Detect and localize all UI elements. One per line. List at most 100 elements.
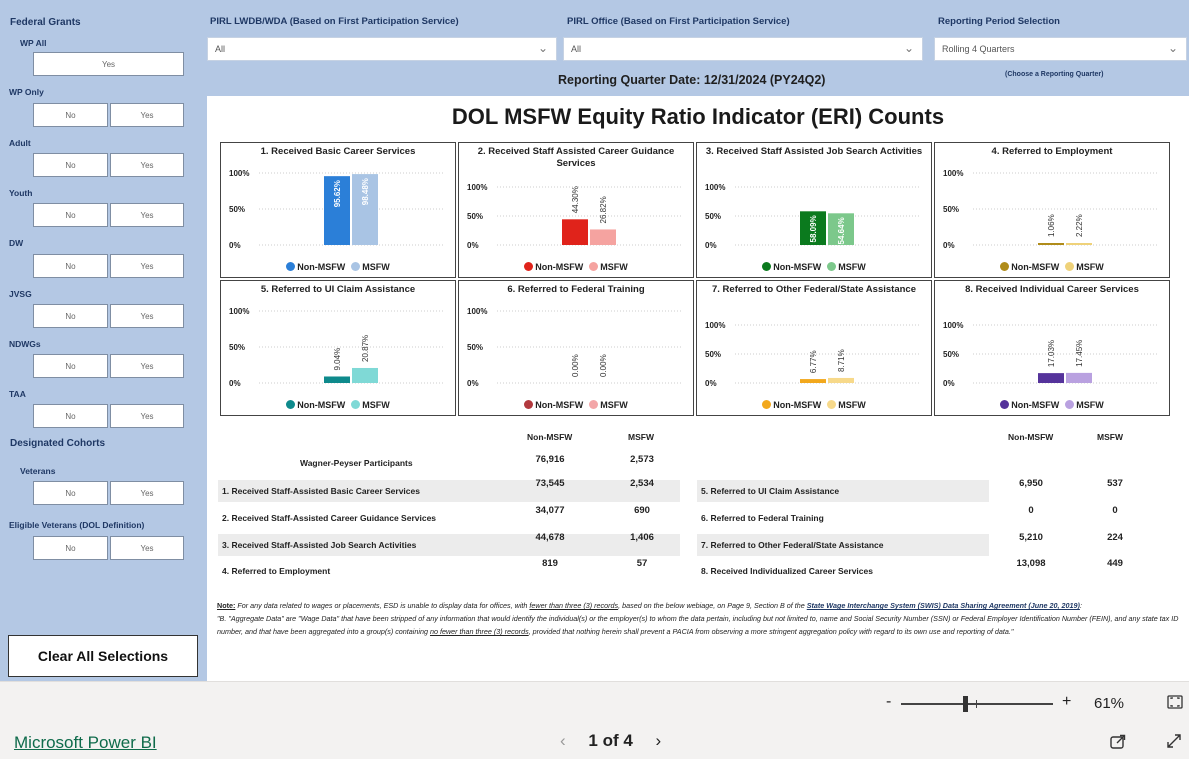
- fit-to-page-icon[interactable]: [1166, 693, 1184, 716]
- row-label: 7. Referred to Other Federal/State Assis…: [701, 540, 884, 550]
- share-icon[interactable]: [1108, 731, 1128, 756]
- office-dropdown[interactable]: All ⌄: [563, 37, 923, 61]
- y-tick-label: 100%: [467, 307, 487, 316]
- zoom-slider-thumb[interactable]: [963, 696, 969, 712]
- reporting-quarter-hint: (Choose a Reporting Quarter): [1005, 71, 1104, 78]
- eligible-veterans-yes-button[interactable]: Yes: [110, 536, 184, 560]
- youth-yes-button[interactable]: Yes: [110, 203, 184, 227]
- legend-item[interactable]: Non-MSFW: [762, 262, 821, 272]
- row-value-msfw: 449: [1107, 558, 1123, 569]
- wp-only-yes-button[interactable]: Yes: [110, 103, 184, 127]
- page-indicator: 1 of 4: [588, 731, 633, 750]
- chart-2[interactable]: 2. Received Staff Assisted Career Guidan…: [458, 142, 694, 278]
- bar-msfw[interactable]: [828, 377, 854, 383]
- data-label: 17.45%: [1075, 340, 1084, 367]
- wp-all-yes-button[interactable]: Yes: [33, 52, 184, 76]
- legend-item[interactable]: MSFW: [589, 262, 628, 272]
- legend-item[interactable]: MSFW: [1065, 400, 1104, 410]
- row-value-msfw: 0: [1112, 505, 1118, 516]
- dw-no-button[interactable]: No: [33, 254, 108, 278]
- legend-item[interactable]: MSFW: [827, 400, 866, 410]
- bar-non-msfw[interactable]: [324, 376, 350, 383]
- legend-item[interactable]: MSFW: [351, 262, 390, 272]
- wp-only-no-button[interactable]: No: [33, 103, 108, 127]
- y-tick-label: 50%: [943, 350, 959, 359]
- y-tick-label: 100%: [943, 321, 963, 330]
- adult-no-button[interactable]: No: [33, 153, 108, 177]
- row-value-non-msfw: 819: [542, 558, 558, 569]
- chart-legend: Non-MSFW MSFW: [221, 400, 455, 410]
- row-value-msfw: 690: [634, 505, 650, 516]
- ndwgs-yes-button[interactable]: Yes: [110, 354, 184, 378]
- row-value-msfw: 57: [636, 558, 648, 569]
- data-label: 0.00%: [571, 354, 580, 377]
- swis-agreement-link[interactable]: State Wage Interchange System (SWIS) Dat…: [807, 601, 1080, 610]
- chart-plot: 100% 50% 0% 6.77% 8.71%: [705, 321, 919, 388]
- bar-msfw[interactable]: [352, 367, 378, 383]
- data-label: 44.30%: [571, 186, 580, 213]
- legend-dot-icon: [351, 400, 361, 409]
- ndwgs-no-button[interactable]: No: [33, 354, 108, 378]
- bar-msfw[interactable]: [1066, 243, 1092, 245]
- office-dropdown-value: All: [571, 44, 582, 54]
- zoom-out-button[interactable]: -: [886, 693, 891, 711]
- legend-item[interactable]: Non-MSFW: [286, 262, 345, 272]
- chart-7[interactable]: 7. Referred to Other Federal/State Assis…: [696, 280, 932, 416]
- taa-no-button[interactable]: No: [33, 404, 108, 428]
- eligible-veterans-no-button[interactable]: No: [33, 536, 108, 560]
- bar-non-msfw[interactable]: [800, 379, 826, 383]
- zoom-slider[interactable]: [901, 696, 1053, 712]
- adult-yes-button[interactable]: Yes: [110, 153, 184, 177]
- bar-non-msfw[interactable]: [1038, 243, 1064, 245]
- row-value-non-msfw: 34,077: [535, 505, 565, 516]
- eligible-veterans-label: Eligible Veterans (DOL Definition): [9, 520, 145, 530]
- legend-item[interactable]: Non-MSFW: [524, 400, 583, 410]
- chart-8[interactable]: 8. Received Individual Career Services 10…: [934, 280, 1170, 416]
- power-bi-link[interactable]: Microsoft Power BI: [14, 733, 157, 753]
- pagination: ‹ 1 of 4 ›: [560, 731, 661, 751]
- chart-6[interactable]: 6. Referred to Federal Training 100% 50% 0%…: [458, 280, 694, 416]
- youth-no-button[interactable]: No: [33, 203, 108, 227]
- bar-non-msfw[interactable]: [562, 219, 588, 245]
- chart-1[interactable]: 1. Received Basic Career Services 100% 50%…: [220, 142, 456, 278]
- legend-item[interactable]: MSFW: [589, 400, 628, 410]
- legend-item[interactable]: Non-MSFW: [524, 262, 583, 272]
- legend-item[interactable]: Non-MSFW: [1000, 262, 1059, 272]
- chart-5[interactable]: 5. Referred to UI Claim Assistance 100% 50…: [220, 280, 456, 416]
- legend-dot-icon: [589, 262, 599, 271]
- lwdb-dropdown[interactable]: All ⌄: [207, 37, 557, 61]
- bar-non-msfw[interactable]: [1038, 373, 1064, 383]
- chart-3[interactable]: 3. Received Staff Assisted Job Search Ac…: [696, 142, 932, 278]
- legend-item[interactable]: Non-MSFW: [286, 400, 345, 410]
- legend-item[interactable]: Non-MSFW: [1000, 400, 1059, 410]
- chart-4[interactable]: 4. Referred to Employment 100% 50% 0% 1.06% 2…: [934, 142, 1170, 278]
- zoom-in-button[interactable]: +: [1062, 693, 1071, 711]
- y-tick-label: 0%: [943, 241, 955, 250]
- legend-item[interactable]: Non-MSFW: [762, 400, 821, 410]
- period-dropdown[interactable]: Rolling 4 Quarters ⌄: [934, 37, 1187, 61]
- data-note: Note: For any data related to wages or p…: [217, 599, 1187, 638]
- chart-legend: Non-MSFW MSFW: [697, 400, 931, 410]
- fullscreen-icon[interactable]: [1164, 731, 1184, 756]
- row-label: 5. Referred to UI Claim Assistance: [701, 486, 840, 496]
- clear-all-selections-button[interactable]: Clear All Selections: [8, 635, 198, 677]
- veterans-yes-button[interactable]: Yes: [110, 481, 184, 505]
- y-tick-label: 50%: [705, 350, 721, 359]
- dw-yes-button[interactable]: Yes: [110, 254, 184, 278]
- jvsg-no-button[interactable]: No: [33, 304, 108, 328]
- veterans-no-button[interactable]: No: [33, 481, 108, 505]
- legend-item[interactable]: MSFW: [827, 262, 866, 272]
- y-tick-label: 50%: [943, 205, 959, 214]
- previous-page-button[interactable]: ‹: [560, 731, 566, 750]
- next-page-button[interactable]: ›: [656, 731, 662, 750]
- bar-msfw[interactable]: [590, 229, 616, 245]
- legend-item[interactable]: MSFW: [351, 400, 390, 410]
- taa-yes-button[interactable]: Yes: [110, 404, 184, 428]
- jvsg-yes-button[interactable]: Yes: [110, 304, 184, 328]
- wp-all-label: WP All: [20, 38, 47, 48]
- legend-item[interactable]: MSFW: [1065, 262, 1104, 272]
- note-text-2: , based on the below webiage, on Page 9,…: [618, 601, 807, 610]
- note-underline-2: no fewer than three (3) records: [429, 627, 529, 636]
- bar-msfw[interactable]: [1066, 372, 1092, 383]
- table-row: 8. Received Individualized Career Servic…: [697, 560, 989, 582]
